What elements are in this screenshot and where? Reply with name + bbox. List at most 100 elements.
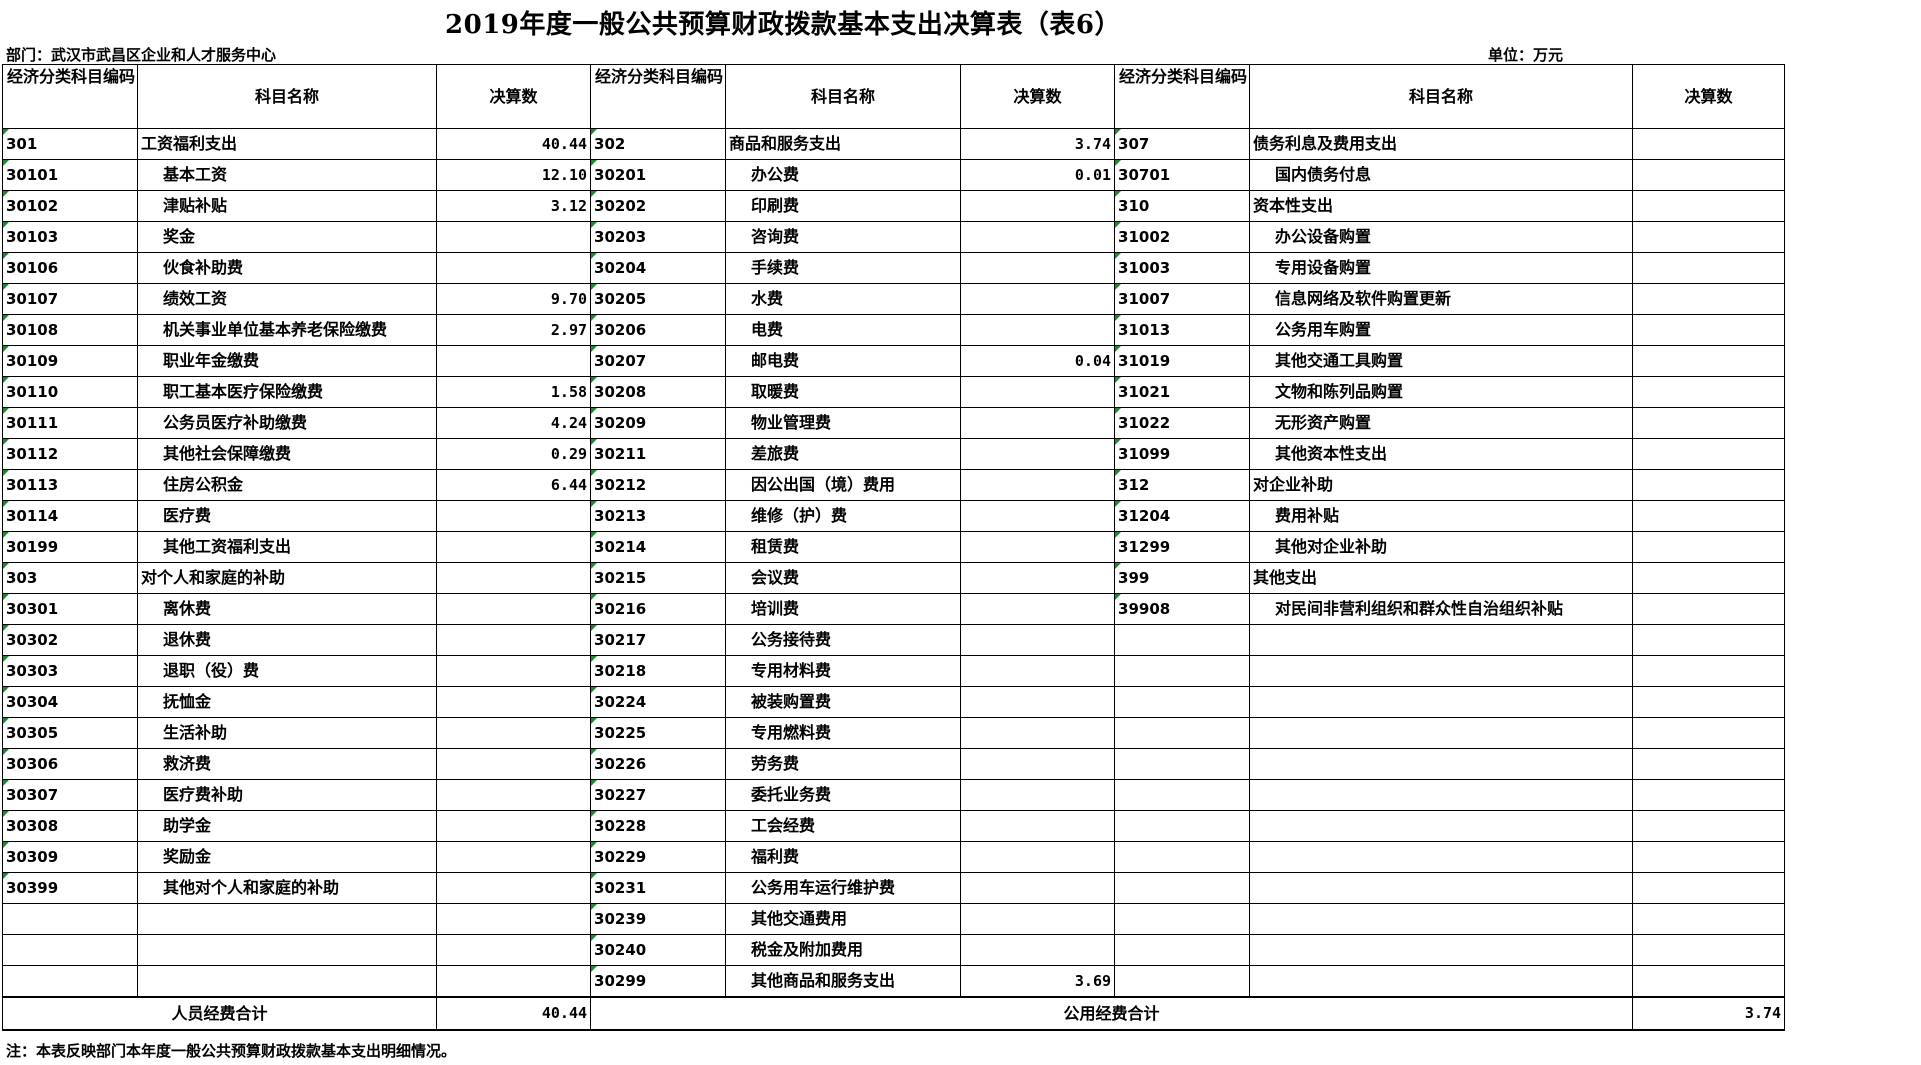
cell-name[interactable] (1249, 779, 1634, 811)
cell-name[interactable]: 办公费 (725, 159, 962, 191)
cell-code[interactable]: 312 (1114, 469, 1251, 501)
cell-name[interactable] (1249, 810, 1634, 842)
cell-code[interactable]: 30207 (590, 345, 727, 377)
cell-name[interactable]: 其他支出 (1249, 562, 1634, 594)
cell-code[interactable]: 30228 (590, 810, 727, 842)
cell-amount[interactable]: 3.69 (960, 965, 1116, 998)
cell-amount[interactable]: 40.44 (436, 128, 592, 160)
cell-code[interactable]: 31022 (1114, 407, 1251, 439)
cell-name[interactable]: 租赁费 (725, 531, 962, 563)
cell-code[interactable]: 30231 (590, 872, 727, 904)
cell-name[interactable]: 邮电费 (725, 345, 962, 377)
cell-code[interactable]: 30229 (590, 841, 727, 873)
cell-name[interactable]: 办公设备购置 (1249, 221, 1634, 253)
cell-name[interactable]: 公务用车运行维护费 (725, 872, 962, 904)
cell-code[interactable] (1114, 779, 1251, 811)
cell-code[interactable]: 30306 (1, 748, 139, 780)
cell-code[interactable]: 310 (1114, 190, 1251, 222)
cell-name[interactable]: 职工基本医疗保险缴费 (137, 376, 438, 408)
cell-amount[interactable] (1632, 810, 1786, 842)
cell-amount[interactable] (960, 252, 1116, 284)
cell-amount[interactable] (960, 531, 1116, 563)
cell-name[interactable]: 其他交通费用 (725, 903, 962, 935)
cell-amount[interactable] (436, 841, 592, 873)
cell-name[interactable]: 其他对个人和家庭的补助 (137, 872, 438, 904)
cell-amount[interactable] (1632, 314, 1786, 346)
cell-code[interactable] (1, 903, 139, 935)
cell-amount[interactable] (436, 779, 592, 811)
cell-code[interactable]: 30215 (590, 562, 727, 594)
cell-name[interactable]: 机关事业单位基本养老保险缴费 (137, 314, 438, 346)
cell-name[interactable]: 因公出国（境）费用 (725, 469, 962, 501)
cell-amount[interactable] (1632, 190, 1786, 222)
cell-code[interactable]: 30303 (1, 655, 139, 687)
cell-amount[interactable] (436, 686, 592, 718)
cell-name[interactable] (1249, 903, 1634, 935)
cell-name[interactable]: 信息网络及软件购置更新 (1249, 283, 1634, 315)
cell-name[interactable] (1249, 717, 1634, 749)
cell-name[interactable]: 绩效工资 (137, 283, 438, 315)
cell-code[interactable]: 39908 (1114, 593, 1251, 625)
cell-amount[interactable] (960, 655, 1116, 687)
cell-amount[interactable] (436, 593, 592, 625)
cell-code[interactable]: 30304 (1, 686, 139, 718)
cell-code[interactable]: 30217 (590, 624, 727, 656)
cell-amount[interactable] (960, 903, 1116, 935)
cell-amount[interactable] (1632, 438, 1786, 470)
cell-code[interactable]: 30107 (1, 283, 139, 315)
cell-code[interactable]: 307 (1114, 128, 1251, 160)
cell-amount[interactable] (1632, 376, 1786, 408)
cell-amount[interactable] (1632, 252, 1786, 284)
cell-amount[interactable] (960, 686, 1116, 718)
cell-code[interactable]: 30212 (590, 469, 727, 501)
cell-amount[interactable] (960, 717, 1116, 749)
cell-name[interactable]: 会议费 (725, 562, 962, 594)
cell-amount[interactable] (436, 252, 592, 284)
cell-amount[interactable] (436, 500, 592, 532)
cell-code[interactable]: 30213 (590, 500, 727, 532)
cell-code[interactable]: 30239 (590, 903, 727, 935)
cell-name[interactable]: 公务接待费 (725, 624, 962, 656)
cell-name[interactable]: 工会经费 (725, 810, 962, 842)
cell-name[interactable]: 生活补助 (137, 717, 438, 749)
cell-code[interactable]: 30214 (590, 531, 727, 563)
cell-code[interactable]: 30112 (1, 438, 139, 470)
cell-amount[interactable] (960, 190, 1116, 222)
cell-amount[interactable] (436, 655, 592, 687)
cell-code[interactable]: 31003 (1114, 252, 1251, 284)
cell-name[interactable]: 奖金 (137, 221, 438, 253)
cell-amount[interactable] (436, 717, 592, 749)
cell-name[interactable]: 维修（护）费 (725, 500, 962, 532)
cell-amount[interactable] (1632, 686, 1786, 718)
cell-amount[interactable] (960, 314, 1116, 346)
cell-name[interactable]: 培训费 (725, 593, 962, 625)
cell-amount[interactable] (1632, 965, 1786, 998)
cell-code[interactable]: 30211 (590, 438, 727, 470)
cell-code[interactable]: 30111 (1, 407, 139, 439)
cell-name[interactable]: 资本性支出 (1249, 190, 1634, 222)
cell-code[interactable]: 30301 (1, 593, 139, 625)
cell-code[interactable]: 30206 (590, 314, 727, 346)
cell-name[interactable]: 国内债务付息 (1249, 159, 1634, 191)
cell-code[interactable]: 30201 (590, 159, 727, 191)
cell-name[interactable]: 取暖费 (725, 376, 962, 408)
cell-amount[interactable] (1632, 655, 1786, 687)
cell-name[interactable] (137, 934, 438, 966)
cell-amount[interactable]: 0.04 (960, 345, 1116, 377)
cell-name[interactable]: 其他交通工具购置 (1249, 345, 1634, 377)
cell-amount[interactable] (436, 748, 592, 780)
cell-amount[interactable]: 6.44 (436, 469, 592, 501)
cell-name[interactable]: 费用补贴 (1249, 500, 1634, 532)
cell-name[interactable]: 退休费 (137, 624, 438, 656)
cell-amount[interactable] (1632, 903, 1786, 935)
cell-name[interactable]: 无形资产购置 (1249, 407, 1634, 439)
cell-name[interactable] (1249, 965, 1634, 998)
cell-name[interactable]: 基本工资 (137, 159, 438, 191)
cell-code[interactable]: 31204 (1114, 500, 1251, 532)
cell-name[interactable]: 福利费 (725, 841, 962, 873)
cell-name[interactable] (1249, 748, 1634, 780)
cell-code[interactable]: 301 (1, 128, 139, 160)
cell-code[interactable]: 30209 (590, 407, 727, 439)
cell-code[interactable] (1114, 872, 1251, 904)
cell-code[interactable]: 31002 (1114, 221, 1251, 253)
